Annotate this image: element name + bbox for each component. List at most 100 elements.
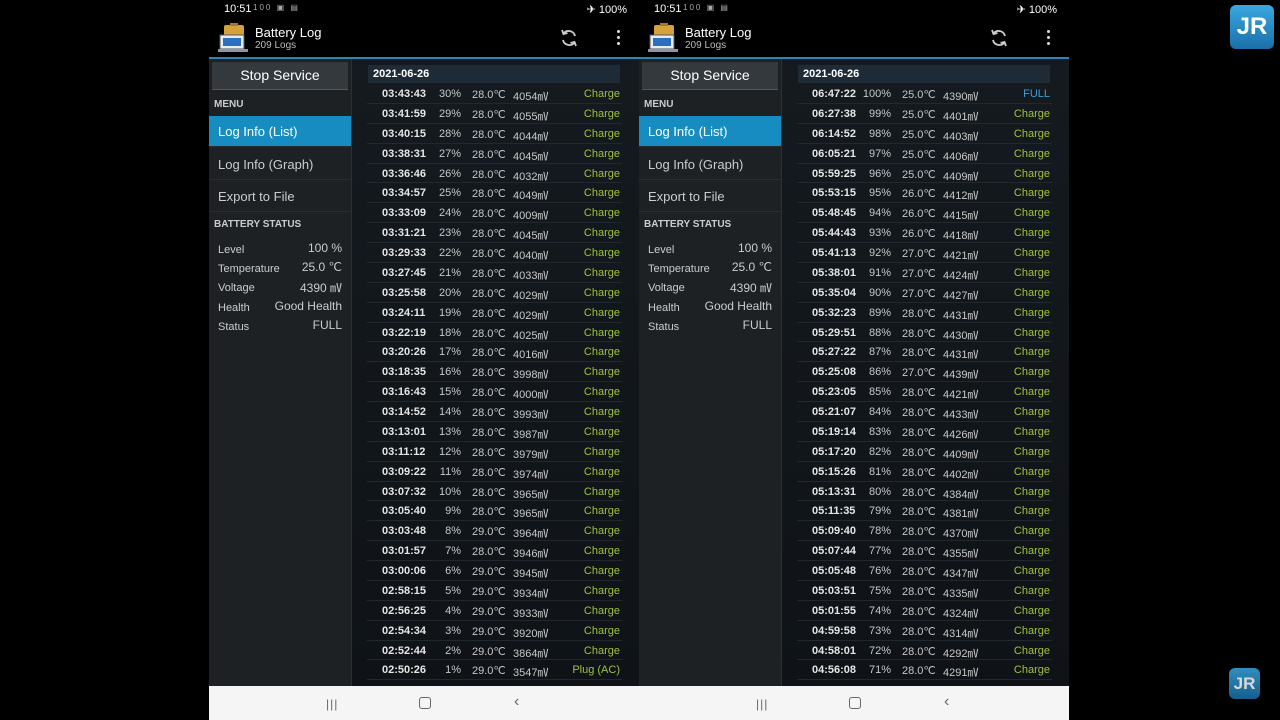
log-row[interactable]: 06:14:52 98% 25.0℃ 4403㎷ Charge bbox=[797, 124, 1052, 144]
log-row[interactable]: 03:40:15 28% 28.0℃ 4044㎷ Charge bbox=[367, 124, 622, 144]
menu-log-info-graph[interactable]: Log Info (Graph) bbox=[209, 149, 351, 180]
log-time: 05:25:08 bbox=[812, 366, 857, 379]
log-row[interactable]: 05:23:05 85% 28.0℃ 4421㎷ Charge bbox=[797, 382, 1052, 402]
log-time: 02:52:44 bbox=[382, 644, 427, 657]
log-row[interactable]: 05:05:48 76% 28.0℃ 4347㎷ Charge bbox=[797, 561, 1052, 581]
log-row[interactable]: 05:01:55 74% 28.0℃ 4324㎷ Charge bbox=[797, 601, 1052, 621]
log-row[interactable]: 05:13:31 80% 28.0℃ 4384㎷ Charge bbox=[797, 482, 1052, 502]
log-row[interactable]: 03:16:43 15% 28.0℃ 4000㎷ Charge bbox=[367, 382, 622, 402]
log-row[interactable]: 03:07:32 10% 28.0℃ 3965㎷ Charge bbox=[367, 482, 622, 502]
stat-temperature: Temperature 25.0 ℃ bbox=[218, 260, 342, 279]
more-options-icon[interactable] bbox=[617, 30, 621, 48]
recent-apps-button[interactable]: ||| bbox=[756, 697, 768, 711]
log-row[interactable]: 05:35:04 90% 27.0℃ 4427㎷ Charge bbox=[797, 283, 1052, 303]
log-level: 10% bbox=[438, 485, 461, 498]
log-temperature: 28.0℃ bbox=[902, 486, 936, 499]
log-row[interactable]: 05:59:25 96% 25.0℃ 4409㎷ Charge bbox=[797, 164, 1052, 184]
log-row[interactable]: 04:56:08 71% 28.0℃ 4291㎷ Charge bbox=[797, 660, 1052, 681]
home-button[interactable] bbox=[849, 697, 861, 709]
log-row[interactable]: 05:48:45 94% 26.0℃ 4415㎷ Charge bbox=[797, 203, 1052, 224]
log-list-panel: 2021-06-26 03:43:43 30% 28.0℃ 4054㎷ Charge 03… bbox=[352, 59, 639, 686]
log-row[interactable]: 05:32:23 89% 28.0℃ 4431㎷ Charge bbox=[797, 303, 1052, 323]
log-row[interactable]: 03:20:26 17% 28.0℃ 4016㎷ Charge bbox=[367, 342, 622, 363]
log-temperature: 28.0℃ bbox=[902, 327, 936, 340]
log-row[interactable]: 03:01:57 7% 28.0℃ 3946㎷ Charge bbox=[367, 541, 622, 561]
log-row[interactable]: 06:47:22 100% 25.0℃ 4390㎷ FULL bbox=[797, 84, 1052, 104]
log-row[interactable]: 03:11:12 12% 28.0℃ 3979㎷ Charge bbox=[367, 442, 622, 462]
log-row[interactable]: 02:58:15 5% 29.0℃ 3934㎷ Charge bbox=[367, 581, 622, 601]
log-temperature: 27.0℃ bbox=[902, 248, 936, 260]
log-row[interactable]: 02:50:26 1% 29.0℃ 3547㎷ Plug (AC) bbox=[367, 660, 622, 681]
log-row[interactable]: 05:03:51 75% 28.0℃ 4335㎷ Charge bbox=[797, 581, 1052, 601]
log-row[interactable]: 05:15:26 81% 28.0℃ 4402㎷ Charge bbox=[797, 462, 1052, 482]
status-bar: 10:51 100 ▣ ▤ ✈ 100% bbox=[639, 0, 1069, 20]
recent-apps-button[interactable]: ||| bbox=[326, 697, 338, 711]
log-row[interactable]: 05:41:13 92% 27.0℃ 4421㎷ Charge bbox=[797, 243, 1052, 263]
menu-log-info-graph[interactable]: Log Info (Graph) bbox=[639, 149, 781, 180]
log-level: 71% bbox=[868, 664, 891, 677]
stop-service-button[interactable]: Stop Service bbox=[642, 62, 778, 90]
log-row[interactable]: 03:36:46 26% 28.0℃ 4032㎷ Charge bbox=[367, 164, 622, 184]
log-row[interactable]: 05:11:35 79% 28.0℃ 4381㎷ Charge bbox=[797, 501, 1052, 522]
log-row[interactable]: 03:31:21 23% 28.0℃ 4045㎷ Charge bbox=[367, 223, 622, 243]
refresh-icon[interactable] bbox=[559, 28, 579, 48]
log-row[interactable]: 06:05:21 97% 25.0℃ 4406㎷ Charge bbox=[797, 144, 1052, 164]
log-time: 06:27:38 bbox=[812, 107, 857, 120]
log-temperature: 28.0℃ bbox=[472, 148, 506, 161]
log-row[interactable]: 03:22:19 18% 28.0℃ 4025㎷ Charge bbox=[367, 323, 622, 343]
log-row[interactable]: 05:53:15 95% 26.0℃ 4412㎷ Charge bbox=[797, 183, 1052, 204]
back-button[interactable]: ‹ bbox=[944, 693, 949, 711]
log-status: Charge bbox=[583, 505, 620, 518]
menu-log-info-list[interactable]: Log Info (List) bbox=[639, 116, 781, 147]
log-level: 7% bbox=[445, 545, 461, 558]
log-row[interactable]: 02:52:44 2% 29.0℃ 3864㎷ Charge bbox=[367, 641, 622, 661]
log-row[interactable]: 05:07:44 77% 28.0℃ 4355㎷ Charge bbox=[797, 541, 1052, 561]
log-row[interactable]: 03:38:31 27% 28.0℃ 4045㎷ Charge bbox=[367, 144, 622, 164]
stop-service-button[interactable]: Stop Service bbox=[212, 62, 348, 90]
log-row[interactable]: 03:14:52 14% 28.0℃ 3993㎷ Charge bbox=[367, 402, 622, 422]
log-time: 05:03:51 bbox=[812, 584, 857, 597]
log-row[interactable]: 03:43:43 30% 28.0℃ 4054㎷ Charge bbox=[367, 84, 622, 104]
log-level: 11% bbox=[439, 465, 461, 478]
log-row[interactable]: 05:27:22 87% 28.0℃ 4431㎷ Charge bbox=[797, 342, 1052, 363]
log-row[interactable]: 03:34:57 25% 28.0℃ 4049㎷ Charge bbox=[367, 183, 622, 204]
home-button[interactable] bbox=[419, 697, 431, 709]
log-row[interactable]: 03:09:22 11% 28.0℃ 3974㎷ Charge bbox=[367, 462, 622, 482]
more-options-icon[interactable] bbox=[1047, 30, 1051, 48]
log-row[interactable]: 05:25:08 86% 27.0℃ 4439㎷ Charge bbox=[797, 362, 1052, 383]
log-status: Charge bbox=[1013, 207, 1050, 220]
log-row[interactable]: 03:33:09 24% 28.0℃ 4009㎷ Charge bbox=[367, 203, 622, 224]
log-voltage: 4403㎷ bbox=[943, 130, 979, 143]
log-row[interactable]: 03:24:11 19% 28.0℃ 4029㎷ Charge bbox=[367, 303, 622, 323]
log-row[interactable]: 03:03:48 8% 29.0℃ 3964㎷ Charge bbox=[367, 521, 622, 542]
log-row[interactable]: 05:29:51 88% 28.0℃ 4430㎷ Charge bbox=[797, 323, 1052, 343]
log-row[interactable]: 03:25:58 20% 28.0℃ 4029㎷ Charge bbox=[367, 283, 622, 303]
battery-indicator: ✈ 100% bbox=[1016, 4, 1057, 16]
log-row[interactable]: 03:27:45 21% 28.0℃ 4033㎷ Charge bbox=[367, 263, 622, 283]
log-row[interactable]: 04:58:01 72% 28.0℃ 4292㎷ Charge bbox=[797, 641, 1052, 661]
log-row[interactable]: 05:21:07 84% 28.0℃ 4433㎷ Charge bbox=[797, 402, 1052, 422]
log-time: 03:33:09 bbox=[382, 207, 427, 220]
log-row[interactable]: 05:17:20 82% 28.0℃ 4409㎷ Charge bbox=[797, 442, 1052, 462]
log-row[interactable]: 03:00:06 6% 29.0℃ 3945㎷ Charge bbox=[367, 561, 622, 581]
log-row[interactable]: 05:38:01 91% 27.0℃ 4424㎷ Charge bbox=[797, 263, 1052, 283]
log-row[interactable]: 03:05:40 9% 28.0℃ 3965㎷ Charge bbox=[367, 501, 622, 522]
menu-log-info-list[interactable]: Log Info (List) bbox=[209, 116, 351, 147]
log-row[interactable]: 03:13:01 13% 28.0℃ 3987㎷ Charge bbox=[367, 422, 622, 442]
log-row[interactable]: 05:44:43 93% 26.0℃ 4418㎷ Charge bbox=[797, 223, 1052, 243]
menu-export-to-file[interactable]: Export to File bbox=[209, 181, 351, 212]
refresh-icon[interactable] bbox=[989, 28, 1009, 48]
log-time: 06:47:22 bbox=[812, 88, 857, 100]
log-row[interactable]: 02:56:25 4% 29.0℃ 3933㎷ Charge bbox=[367, 601, 622, 621]
log-row[interactable]: 03:41:59 29% 28.0℃ 4055㎷ Charge bbox=[367, 104, 622, 124]
log-row[interactable]: 03:18:35 16% 28.0℃ 3998㎷ Charge bbox=[367, 362, 622, 383]
back-button[interactable]: ‹ bbox=[514, 693, 519, 711]
log-status: Charge bbox=[1013, 247, 1050, 259]
log-row[interactable]: 06:27:38 99% 25.0℃ 4401㎷ Charge bbox=[797, 104, 1052, 124]
log-row[interactable]: 05:19:14 83% 28.0℃ 4426㎷ Charge bbox=[797, 422, 1052, 442]
log-row[interactable]: 02:54:34 3% 29.0℃ 3920㎷ Charge bbox=[367, 621, 622, 641]
log-row[interactable]: 03:29:33 22% 28.0℃ 4040㎷ Charge bbox=[367, 243, 622, 263]
log-row[interactable]: 05:09:40 78% 28.0℃ 4370㎷ Charge bbox=[797, 521, 1052, 542]
log-row[interactable]: 04:59:58 73% 28.0℃ 4314㎷ Charge bbox=[797, 621, 1052, 641]
menu-export-to-file[interactable]: Export to File bbox=[639, 181, 781, 212]
